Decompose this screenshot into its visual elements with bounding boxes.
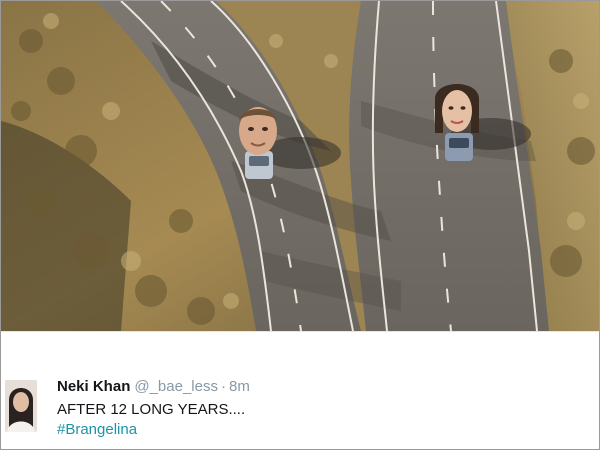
- aerial-road-photo: [1, 1, 599, 331]
- tweet-text: AFTER 12 LONG YEARS....: [57, 401, 246, 418]
- author-name[interactable]: Neki Khan: [57, 378, 130, 395]
- separator-dot: ·: [220, 378, 226, 395]
- user-avatar[interactable]: [5, 380, 37, 432]
- author-handle[interactable]: @_bae_less: [134, 378, 218, 395]
- car-with-face-right: [435, 84, 479, 161]
- tweet-header: Neki Khan @_bae_less · 8m: [57, 377, 250, 397]
- meme-card: Neki Khan @_bae_less · 8m AFTER 12 LONG YEA…: [0, 0, 600, 450]
- hashtag-link[interactable]: #Brangelina: [57, 420, 137, 440]
- car-with-face-left: [239, 107, 277, 179]
- tweet-timestamp[interactable]: 8m: [229, 378, 250, 395]
- tweet: Neki Khan @_bae_less · 8m AFTER 12 LONG YEA…: [1, 331, 599, 449]
